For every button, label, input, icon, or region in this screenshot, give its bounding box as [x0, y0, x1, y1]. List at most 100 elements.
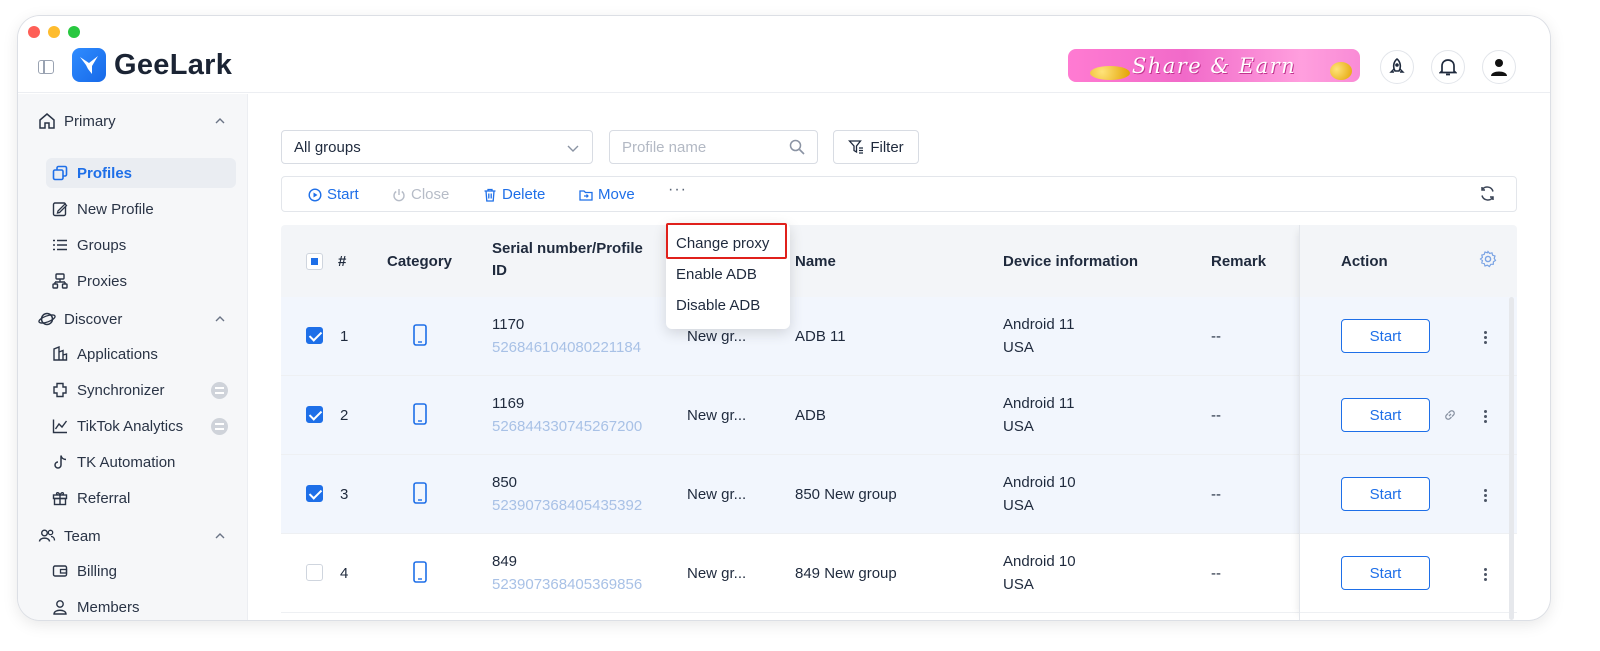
header-device: Device information [1003, 253, 1139, 270]
sidebar-section-team[interactable]: Team [38, 527, 226, 545]
minimize-window-button[interactable] [48, 26, 60, 38]
app-name: GeeLark [114, 48, 233, 81]
sidebar-item-label: Referral [77, 489, 131, 507]
sidebar-item-new-profile[interactable]: New Profile [46, 194, 236, 224]
search-icon[interactable] [789, 139, 805, 155]
folder-icon [579, 189, 593, 201]
locked-badge-icon [211, 418, 228, 435]
sidebar-section-discover[interactable]: Discover [38, 310, 226, 328]
rocket-icon[interactable] [1380, 50, 1414, 84]
row-index: 4 [340, 565, 349, 582]
profile-search[interactable] [609, 130, 818, 164]
sidebar-item-billing[interactable]: Billing [46, 556, 236, 586]
row-checkbox[interactable] [306, 327, 323, 344]
sidebar-item-label: Profiles [77, 164, 133, 182]
row-checkbox[interactable] [306, 406, 323, 423]
row-device: Android 10 USA [1003, 550, 1076, 596]
sync-icon [53, 382, 67, 398]
row-group: New gr... [687, 486, 747, 503]
sidebar-item-synchronizer[interactable]: Synchronizer [46, 375, 236, 405]
move-batch-button[interactable]: Move [579, 186, 635, 203]
network-icon [52, 273, 68, 289]
row-checkbox[interactable] [306, 485, 323, 502]
delete-batch-label: Delete [502, 186, 546, 203]
delete-batch-button[interactable]: Delete [483, 186, 545, 203]
sidebar-item-label: Groups [77, 236, 127, 254]
chevron-up-icon [215, 316, 225, 322]
filter-button[interactable]: Filter [833, 130, 919, 164]
sidebar-section-label: Discover [64, 310, 123, 328]
row-serial-cell: 1169 526844330745267200 [492, 392, 642, 438]
row-group: New gr... [687, 407, 747, 424]
row-serial-cell: 850 523907368405435392 [492, 471, 642, 517]
planet-icon [38, 312, 56, 326]
maximize-window-button[interactable] [68, 26, 80, 38]
profile-search-input[interactable] [622, 138, 782, 156]
profiles-icon [52, 165, 68, 181]
phone-icon [413, 324, 427, 346]
header-category: Category [387, 253, 453, 270]
sidebar-item-label: TikTok Analytics [77, 417, 184, 435]
sidebar-item-referral[interactable]: Referral [46, 483, 236, 513]
menu-item-disable-adb[interactable]: Disable ADB [676, 297, 760, 314]
sidebar-section-primary[interactable]: Primary [38, 112, 226, 130]
sidebar-item-tiktok-analytics[interactable]: TikTok Analytics [46, 411, 236, 441]
row-serial-cell: 1170 526846104080221184 [492, 313, 641, 359]
row-profile-id[interactable]: 526844330745267200 [492, 415, 642, 438]
members-icon [53, 600, 67, 615]
bell-icon[interactable] [1431, 50, 1465, 84]
power-icon [393, 188, 405, 201]
close-window-button[interactable] [28, 26, 40, 38]
sidebar-item-groups[interactable]: Groups [46, 230, 236, 260]
app-logo: GeeLark [72, 48, 232, 82]
chevron-down-icon [567, 145, 579, 152]
row-profile-id[interactable]: 523907368405435392 [492, 494, 642, 517]
row-name: ADB [795, 407, 826, 424]
header-name: Name [795, 253, 836, 270]
row-index: 1 [340, 328, 349, 345]
change-proxy-highlight [666, 223, 787, 259]
chevron-up-icon [215, 533, 225, 539]
apps-icon [53, 346, 68, 361]
row-profile-id[interactable]: 523907368405369856 [492, 573, 642, 596]
row-checkbox[interactable] [306, 564, 323, 581]
sidebar-section-label: Team [64, 527, 101, 545]
row-profile-id[interactable]: 526846104080221184 [492, 336, 641, 359]
select-all-checkbox[interactable] [306, 253, 323, 270]
sidebar-item-profiles[interactable]: Profiles [46, 158, 236, 188]
row-remark: -- [1211, 407, 1221, 424]
action-column-divider [1299, 225, 1517, 620]
share-earn-banner[interactable]: Share & Earn [1068, 49, 1360, 82]
sidebar-item-label: TK Automation [77, 453, 176, 471]
row-os: Android 11 [1003, 395, 1075, 412]
sidebar-item-members[interactable]: Members [46, 592, 236, 620]
team-icon [38, 529, 56, 542]
row-region: USA [1003, 418, 1034, 435]
user-avatar-icon[interactable] [1482, 50, 1516, 84]
menu-item-enable-adb[interactable]: Enable ADB [676, 266, 757, 283]
sidebar-item-applications[interactable]: Applications [46, 339, 236, 369]
refresh-icon[interactable] [1479, 185, 1496, 202]
chart-icon [52, 419, 68, 434]
row-region: USA [1003, 497, 1034, 514]
sidebar-item-proxies[interactable]: Proxies [46, 266, 236, 296]
row-index: 3 [340, 486, 349, 503]
table-scrollbar[interactable] [1509, 297, 1514, 620]
more-actions-button[interactable]: ··· [668, 181, 687, 199]
sidebar-item-label: Billing [77, 562, 118, 580]
sidebar-item-tk-automation[interactable]: TK Automation [46, 447, 236, 477]
group-select[interactable]: All groups [281, 130, 593, 164]
row-serial: 1170 [492, 316, 525, 333]
locked-badge-icon [211, 382, 228, 399]
filter-button-label: Filter [870, 138, 904, 156]
group-select-value: All groups [294, 138, 361, 156]
play-circle-icon [308, 187, 322, 202]
row-serial: 850 [492, 474, 518, 491]
start-batch-button[interactable]: Start [308, 186, 359, 203]
gift-icon [52, 492, 68, 506]
window-controls [28, 26, 80, 38]
row-device: Android 11 USA [1003, 313, 1074, 359]
sidebar-toggle-icon[interactable] [38, 60, 54, 74]
close-batch-button[interactable]: Close [392, 186, 449, 203]
sidebar: Primary Profiles New Profile Groups Prox… [18, 94, 248, 620]
